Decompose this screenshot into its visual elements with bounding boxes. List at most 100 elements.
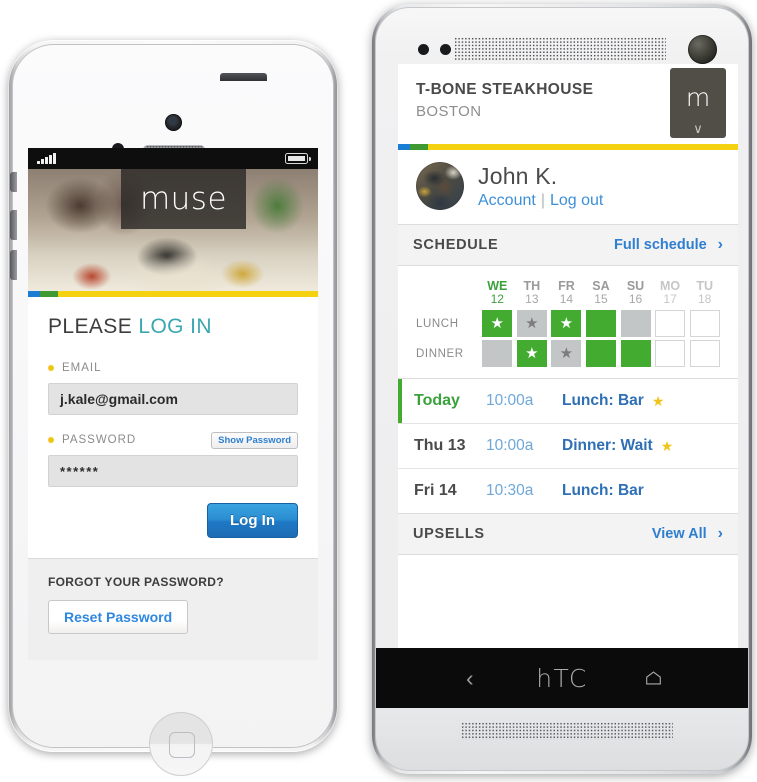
shift-name: Lunch: Bar [562, 392, 644, 410]
schedule-day-we[interactable]: WE 12 [482, 279, 513, 307]
htc-device: T-BONE STEAKHOUSE BOSTON m ∨ John K. Acc… [372, 4, 752, 774]
schedule-cell-empty[interactable] [689, 340, 720, 368]
schedule-cell-gray[interactable] [482, 340, 513, 368]
battery-icon [285, 153, 311, 164]
schedule-cell[interactable] [482, 340, 513, 368]
day-number: 12 [490, 292, 504, 307]
schedule-row-label: DINNER [416, 347, 464, 360]
show-password-button[interactable]: Show Password [211, 431, 298, 449]
schedule-table: WE 12 TH 13 FR 14 SA 15 SU 16 MO 17 TU 18 LUNCH ★ ★ ★ DIN… [412, 276, 724, 370]
accent-segment-green [40, 291, 58, 297]
chevron-right-icon: › [717, 236, 723, 253]
shift-time: 10:00a [486, 392, 534, 410]
schedule-day-sa[interactable]: SA 15 [586, 279, 617, 307]
shift-day: Fri 14 [414, 482, 457, 500]
schedule-day-th[interactable]: TH 13 [517, 279, 548, 307]
shift-row[interactable]: Fri 14 10:30a Lunch: Bar [398, 468, 738, 513]
link-separator: | [540, 191, 545, 209]
schedule-cell-empty[interactable] [689, 310, 720, 338]
volume-up-button[interactable] [10, 210, 17, 240]
reset-password-button[interactable]: Reset Password [48, 600, 189, 634]
schedule-cell-green[interactable] [620, 340, 651, 368]
schedule-cell[interactable] [655, 310, 686, 338]
user-links: Account | Log out [478, 192, 603, 210]
email-label-row: EMAIL [48, 359, 298, 377]
password-label: PASSWORD [62, 434, 137, 446]
schedule-cell-green[interactable]: ★ [482, 310, 513, 338]
schedule-cell-gray[interactable] [620, 310, 651, 338]
iphone-device: muse PLEASE LOG IN EMAIL j.kale@gmail.co… [8, 40, 338, 776]
logout-link[interactable]: Log out [550, 192, 603, 209]
schedule-title: SCHEDULE [413, 237, 499, 253]
muse-mark-icon: m [685, 83, 711, 112]
schedule-day-fr[interactable]: FR 14 [551, 279, 582, 307]
schedule-cell-gray[interactable]: ★ [516, 310, 547, 338]
forgot-password-section: FORGOT YOUR PASSWORD? Reset Password [28, 559, 318, 660]
accent-segment-blue [398, 144, 410, 150]
schedule-cell-green[interactable] [585, 340, 616, 368]
shift-list: Today 10:00a Lunch: Bar ★ Thu 13 10:00a Dinner… [398, 378, 738, 513]
schedule-row-label: LUNCH [416, 317, 459, 330]
full-schedule-button[interactable]: Full schedule › [614, 236, 723, 254]
schedule-cell-green[interactable]: ★ [551, 310, 582, 338]
schedule-day-tu[interactable]: TU 18 [689, 279, 720, 307]
status-bar [28, 148, 318, 169]
day-code: TU [696, 279, 714, 293]
log-in-button[interactable]: Log In [207, 503, 298, 538]
schedule-cell-empty[interactable] [655, 340, 686, 368]
shift-row[interactable]: Thu 13 10:00a Dinner: Wait ★ [398, 423, 738, 468]
login-button-row: Log In [48, 503, 298, 538]
schedule-day-mo[interactable]: MO 17 [655, 279, 686, 307]
schedule-cell[interactable]: ★ [551, 310, 582, 338]
schedule-row-dinner: DINNER ★ ★ [416, 340, 720, 368]
schedule-cell[interactable]: ★ [551, 340, 582, 368]
schedule-cell-gray[interactable]: ★ [551, 340, 582, 368]
schedule-cell[interactable] [585, 340, 617, 368]
schedule-cell[interactable] [585, 310, 617, 338]
schedule-cell[interactable] [655, 340, 686, 368]
schedule-day-header-row: WE 12 TH 13 FR 14 SA 15 SU 16 MO 17 TU 18 [416, 279, 720, 307]
screenshot-stage: muse PLEASE LOG IN EMAIL j.kale@gmail.co… [0, 0, 757, 782]
day-code: MO [660, 279, 681, 293]
day-code: TH [523, 279, 541, 293]
account-link[interactable]: Account [478, 192, 536, 209]
schedule-cell-empty[interactable] [655, 310, 686, 338]
schedule-cell[interactable] [620, 310, 651, 338]
schedule-cell-green[interactable] [585, 310, 616, 338]
upsells-title: UPSELLS [413, 526, 485, 543]
schedule-day-su[interactable]: SU 16 [620, 279, 651, 307]
schedule-cell[interactable] [689, 340, 720, 368]
required-dot-icon [48, 365, 54, 371]
view-all-button[interactable]: View All › [652, 525, 723, 543]
schedule-cell[interactable]: ★ [482, 310, 513, 338]
sensor-dots-icon [418, 44, 451, 55]
power-button[interactable] [220, 73, 267, 81]
schedule-body: LUNCH ★ ★ ★ DINNER ★ ★ [416, 310, 720, 368]
schedule-cell[interactable] [620, 340, 651, 368]
day-number: 15 [594, 292, 608, 307]
volume-down-button[interactable] [10, 250, 17, 280]
muse-logo-text: muse [139, 181, 228, 217]
accent-segment-green [410, 144, 428, 150]
day-code: FR [558, 279, 575, 293]
schedule-cell[interactable]: ★ [516, 340, 548, 368]
schedule-cell[interactable]: ★ [516, 310, 548, 338]
schedule-grid: WE 12 TH 13 FR 14 SA 15 SU 16 MO 17 TU 18 LUNCH ★ ★ ★ DIN… [398, 266, 738, 378]
brand-switcher-button[interactable]: m ∨ [670, 68, 726, 138]
home-icon[interactable] [645, 671, 662, 685]
shift-day: Thu 13 [414, 437, 466, 455]
ring-switch[interactable] [10, 172, 17, 192]
required-dot-icon [48, 437, 54, 443]
schedule-cell[interactable] [689, 310, 720, 338]
email-field[interactable]: j.kale@gmail.com [48, 383, 298, 415]
star-icon: ★ [490, 315, 504, 333]
schedule-cell-green[interactable]: ★ [516, 340, 547, 368]
password-field[interactable]: ****** [48, 455, 298, 487]
home-button[interactable] [149, 712, 213, 776]
day-number: 17 [663, 292, 677, 307]
schedule-row-lunch: LUNCH ★ ★ ★ [416, 310, 720, 338]
accent-segment-yellow [428, 144, 738, 150]
password-label-row: PASSWORD Show Password [48, 431, 298, 449]
accent-segment-blue [28, 291, 40, 297]
shift-row[interactable]: Today 10:00a Lunch: Bar ★ [398, 378, 738, 424]
